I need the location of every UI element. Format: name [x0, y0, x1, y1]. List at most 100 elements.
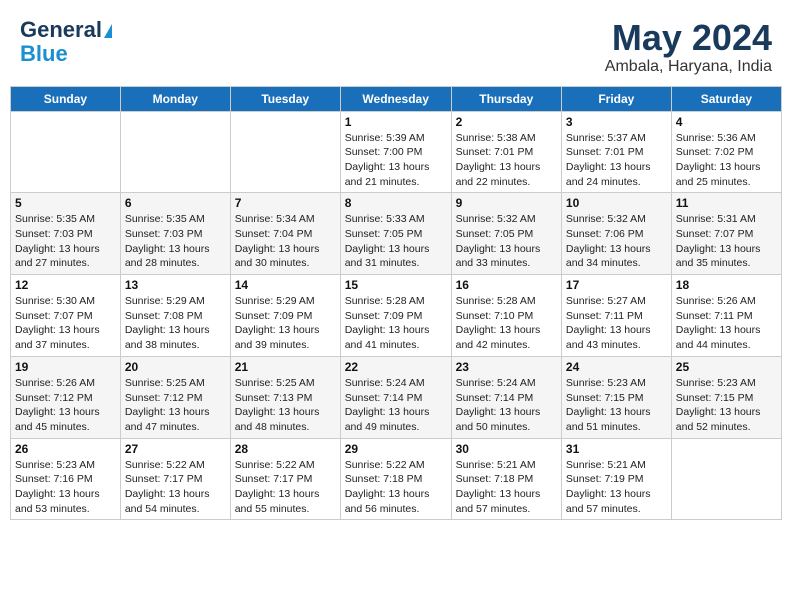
day-info: Sunrise: 5:31 AMSunset: 7:07 PMDaylight:…	[676, 212, 777, 271]
calendar-cell: 3 Sunrise: 5:37 AMSunset: 7:01 PMDaylight…	[561, 111, 671, 193]
day-info: Sunrise: 5:23 AMSunset: 7:15 PMDaylight:…	[676, 376, 777, 435]
calendar-cell: 1 Sunrise: 5:39 AMSunset: 7:00 PMDaylight…	[340, 111, 451, 193]
day-number: 23	[456, 360, 557, 374]
day-number: 30	[456, 442, 557, 456]
weekday-header-sunday: Sunday	[11, 86, 121, 111]
calendar-cell: 17 Sunrise: 5:27 AMSunset: 7:11 PMDayligh…	[561, 275, 671, 357]
logo-text: General Blue	[20, 18, 112, 66]
calendar-week-1: 5 Sunrise: 5:35 AMSunset: 7:03 PMDaylight…	[11, 193, 782, 275]
day-info: Sunrise: 5:23 AMSunset: 7:15 PMDaylight:…	[566, 376, 667, 435]
day-number: 3	[566, 115, 667, 129]
weekday-header-tuesday: Tuesday	[230, 86, 340, 111]
day-info: Sunrise: 5:22 AMSunset: 7:17 PMDaylight:…	[235, 458, 336, 517]
day-info: Sunrise: 5:24 AMSunset: 7:14 PMDaylight:…	[456, 376, 557, 435]
day-number: 2	[456, 115, 557, 129]
calendar-cell: 24 Sunrise: 5:23 AMSunset: 7:15 PMDayligh…	[561, 356, 671, 438]
day-info: Sunrise: 5:33 AMSunset: 7:05 PMDaylight:…	[345, 212, 447, 271]
title-block: May 2024 Ambala, Haryana, India	[605, 18, 772, 76]
day-info: Sunrise: 5:29 AMSunset: 7:08 PMDaylight:…	[125, 294, 226, 353]
day-number: 20	[125, 360, 226, 374]
day-number: 6	[125, 196, 226, 210]
calendar-cell	[11, 111, 121, 193]
day-number: 21	[235, 360, 336, 374]
calendar-cell: 23 Sunrise: 5:24 AMSunset: 7:14 PMDayligh…	[451, 356, 561, 438]
weekday-header-row: SundayMondayTuesdayWednesdayThursdayFrid…	[11, 86, 782, 111]
day-number: 10	[566, 196, 667, 210]
weekday-header-saturday: Saturday	[671, 86, 781, 111]
calendar-cell: 16 Sunrise: 5:28 AMSunset: 7:10 PMDayligh…	[451, 275, 561, 357]
calendar-cell: 12 Sunrise: 5:30 AMSunset: 7:07 PMDayligh…	[11, 275, 121, 357]
calendar-cell: 7Sunrise: 5:34 AMSunset: 7:04 PMDaylight…	[230, 193, 340, 275]
day-info: Sunrise: 5:38 AMSunset: 7:01 PMDaylight:…	[456, 131, 557, 190]
calendar-cell: 13 Sunrise: 5:29 AMSunset: 7:08 PMDayligh…	[120, 275, 230, 357]
calendar-subtitle: Ambala, Haryana, India	[605, 58, 772, 76]
calendar-cell: 15 Sunrise: 5:28 AMSunset: 7:09 PMDayligh…	[340, 275, 451, 357]
day-number: 13	[125, 278, 226, 292]
day-info: Sunrise: 5:35 AMSunset: 7:03 PMDaylight:…	[125, 212, 226, 271]
calendar-cell	[120, 111, 230, 193]
day-info: Sunrise: 5:21 AMSunset: 7:19 PMDaylight:…	[566, 458, 667, 517]
day-number: 27	[125, 442, 226, 456]
logo: General Blue	[20, 18, 112, 66]
day-number: 29	[345, 442, 447, 456]
calendar-cell: 28 Sunrise: 5:22 AMSunset: 7:17 PMDayligh…	[230, 438, 340, 520]
day-info: Sunrise: 5:22 AMSunset: 7:18 PMDaylight:…	[345, 458, 447, 517]
calendar-header: SundayMondayTuesdayWednesdayThursdayFrid…	[11, 86, 782, 111]
day-info: Sunrise: 5:28 AMSunset: 7:09 PMDaylight:…	[345, 294, 447, 353]
calendar-week-4: 26Sunrise: 5:23 AMSunset: 7:16 PMDayligh…	[11, 438, 782, 520]
calendar-table: SundayMondayTuesdayWednesdayThursdayFrid…	[10, 86, 782, 521]
day-number: 5	[15, 196, 116, 210]
day-number: 12	[15, 278, 116, 292]
calendar-cell: 19Sunrise: 5:26 AMSunset: 7:12 PMDayligh…	[11, 356, 121, 438]
day-info: Sunrise: 5:25 AMSunset: 7:13 PMDaylight:…	[235, 376, 336, 435]
day-number: 15	[345, 278, 447, 292]
day-number: 17	[566, 278, 667, 292]
day-info: Sunrise: 5:24 AMSunset: 7:14 PMDaylight:…	[345, 376, 447, 435]
day-info: Sunrise: 5:35 AMSunset: 7:03 PMDaylight:…	[15, 212, 116, 271]
day-number: 19	[15, 360, 116, 374]
weekday-header-wednesday: Wednesday	[340, 86, 451, 111]
day-number: 28	[235, 442, 336, 456]
calendar-cell: 22Sunrise: 5:24 AMSunset: 7:14 PMDayligh…	[340, 356, 451, 438]
day-number: 26	[15, 442, 116, 456]
weekday-header-thursday: Thursday	[451, 86, 561, 111]
weekday-header-monday: Monday	[120, 86, 230, 111]
day-info: Sunrise: 5:28 AMSunset: 7:10 PMDaylight:…	[456, 294, 557, 353]
day-info: Sunrise: 5:26 AMSunset: 7:11 PMDaylight:…	[676, 294, 777, 353]
day-number: 9	[456, 196, 557, 210]
day-info: Sunrise: 5:30 AMSunset: 7:07 PMDaylight:…	[15, 294, 116, 353]
day-info: Sunrise: 5:25 AMSunset: 7:12 PMDaylight:…	[125, 376, 226, 435]
day-number: 24	[566, 360, 667, 374]
day-info: Sunrise: 5:39 AMSunset: 7:00 PMDaylight:…	[345, 131, 447, 190]
page-header: General Blue May 2024 Ambala, Haryana, I…	[10, 10, 782, 80]
calendar-cell: 26Sunrise: 5:23 AMSunset: 7:16 PMDayligh…	[11, 438, 121, 520]
day-number: 14	[235, 278, 336, 292]
day-number: 16	[456, 278, 557, 292]
calendar-cell: 8 Sunrise: 5:33 AMSunset: 7:05 PMDaylight…	[340, 193, 451, 275]
calendar-cell: 21 Sunrise: 5:25 AMSunset: 7:13 PMDayligh…	[230, 356, 340, 438]
calendar-week-2: 12 Sunrise: 5:30 AMSunset: 7:07 PMDayligh…	[11, 275, 782, 357]
calendar-week-3: 19Sunrise: 5:26 AMSunset: 7:12 PMDayligh…	[11, 356, 782, 438]
calendar-cell: 11Sunrise: 5:31 AMSunset: 7:07 PMDayligh…	[671, 193, 781, 275]
day-info: Sunrise: 5:27 AMSunset: 7:11 PMDaylight:…	[566, 294, 667, 353]
calendar-cell: 31 Sunrise: 5:21 AMSunset: 7:19 PMDayligh…	[561, 438, 671, 520]
calendar-cell: 9Sunrise: 5:32 AMSunset: 7:05 PMDaylight…	[451, 193, 561, 275]
calendar-cell: 27Sunrise: 5:22 AMSunset: 7:17 PMDayligh…	[120, 438, 230, 520]
day-info: Sunrise: 5:21 AMSunset: 7:18 PMDaylight:…	[456, 458, 557, 517]
calendar-cell: 4Sunrise: 5:36 AMSunset: 7:02 PMDaylight…	[671, 111, 781, 193]
calendar-cell	[230, 111, 340, 193]
day-number: 8	[345, 196, 447, 210]
day-number: 7	[235, 196, 336, 210]
day-number: 18	[676, 278, 777, 292]
day-number: 25	[676, 360, 777, 374]
calendar-cell: 29 Sunrise: 5:22 AMSunset: 7:18 PMDayligh…	[340, 438, 451, 520]
day-info: Sunrise: 5:36 AMSunset: 7:02 PMDaylight:…	[676, 131, 777, 190]
day-number: 31	[566, 442, 667, 456]
calendar-cell: 5 Sunrise: 5:35 AMSunset: 7:03 PMDaylight…	[11, 193, 121, 275]
calendar-cell: 20 Sunrise: 5:25 AMSunset: 7:12 PMDayligh…	[120, 356, 230, 438]
day-number: 1	[345, 115, 447, 129]
calendar-cell: 14Sunrise: 5:29 AMSunset: 7:09 PMDayligh…	[230, 275, 340, 357]
calendar-title: May 2024	[605, 18, 772, 58]
calendar-cell	[671, 438, 781, 520]
day-info: Sunrise: 5:37 AMSunset: 7:01 PMDaylight:…	[566, 131, 667, 190]
